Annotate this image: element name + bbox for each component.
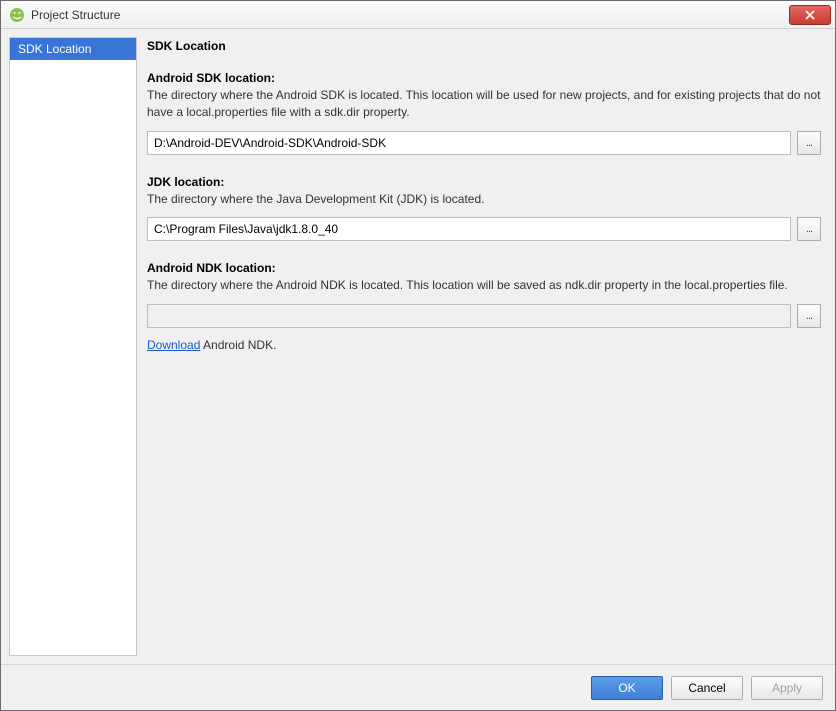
main-panel: SDK Location Android SDK location: The d… bbox=[147, 37, 827, 656]
android-studio-icon bbox=[9, 7, 25, 23]
download-ndk-link[interactable]: Download bbox=[147, 338, 200, 352]
project-structure-dialog: Project Structure SDK Location SDK Locat… bbox=[0, 0, 836, 711]
cancel-button[interactable]: Cancel bbox=[671, 676, 743, 700]
ok-button[interactable]: OK bbox=[591, 676, 663, 700]
jdk-label: JDK location: bbox=[147, 175, 821, 189]
download-ndk-suffix: Android NDK. bbox=[200, 338, 276, 352]
window-title: Project Structure bbox=[31, 8, 789, 22]
titlebar: Project Structure bbox=[1, 1, 835, 29]
sdk-label: Android SDK location: bbox=[147, 71, 821, 85]
apply-button[interactable]: Apply bbox=[751, 676, 823, 700]
jdk-location-input[interactable] bbox=[147, 217, 791, 241]
content-area: SDK Location SDK Location Android SDK lo… bbox=[1, 29, 835, 664]
page-title: SDK Location bbox=[147, 39, 821, 53]
ndk-browse-button[interactable]: ... bbox=[797, 304, 821, 328]
close-icon bbox=[805, 10, 815, 20]
jdk-browse-button[interactable]: ... bbox=[797, 217, 821, 241]
sdk-location-input[interactable] bbox=[147, 131, 791, 155]
sdk-browse-button[interactable]: ... bbox=[797, 131, 821, 155]
sidebar: SDK Location bbox=[9, 37, 137, 656]
jdk-desc: The directory where the Java Development… bbox=[147, 191, 821, 208]
ndk-desc: The directory where the Android NDK is l… bbox=[147, 277, 821, 294]
dialog-footer: OK Cancel Apply bbox=[1, 664, 835, 710]
sidebar-item-label: SDK Location bbox=[18, 42, 91, 56]
sdk-desc: The directory where the Android SDK is l… bbox=[147, 87, 821, 121]
ndk-label: Android NDK location: bbox=[147, 261, 821, 275]
ndk-location-input[interactable] bbox=[147, 304, 791, 328]
close-button[interactable] bbox=[789, 5, 831, 25]
ndk-download-row: Download Android NDK. bbox=[147, 338, 821, 352]
sidebar-item-sdk-location[interactable]: SDK Location bbox=[10, 38, 136, 60]
